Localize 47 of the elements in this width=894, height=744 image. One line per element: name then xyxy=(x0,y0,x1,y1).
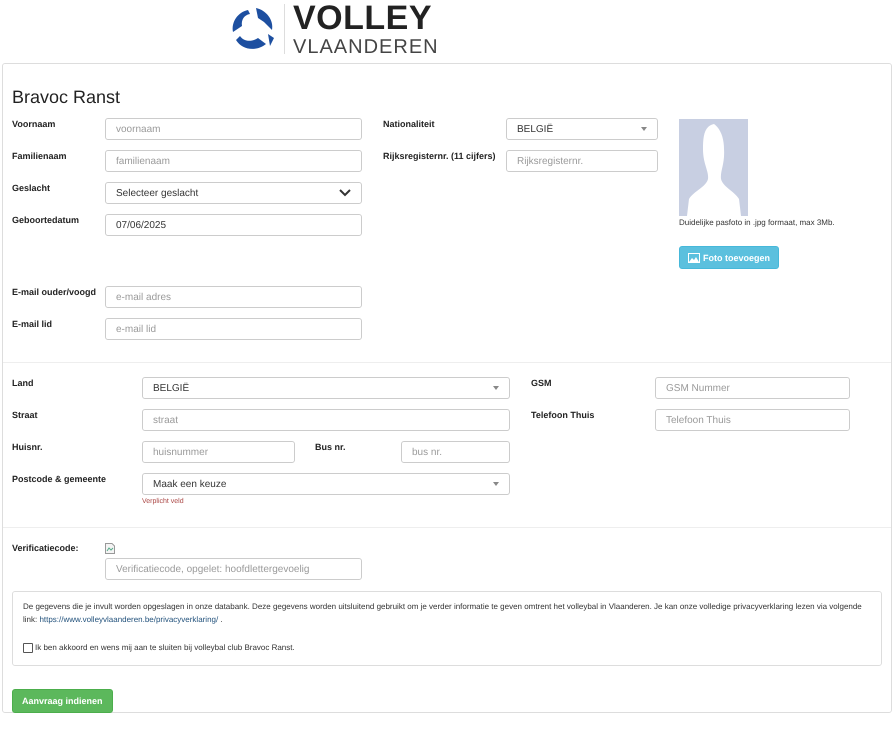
input-field[interactable]: 07/06/2025 xyxy=(105,214,362,236)
input-field[interactable]: bus nr. xyxy=(401,441,510,463)
image-icon xyxy=(688,252,700,262)
caret-icon xyxy=(493,386,499,390)
field-label: E-mail lid xyxy=(12,318,54,331)
input-field[interactable]: familienaam xyxy=(105,150,362,172)
profile-silhouette-icon xyxy=(679,119,748,216)
input-field[interactable]: GSM Nummer xyxy=(655,377,850,399)
input-field[interactable]: straat xyxy=(142,409,510,431)
field-label: Nationaliteit xyxy=(383,118,436,131)
field-label: Telefoon Thuis xyxy=(531,409,596,422)
field-label: Familienaam xyxy=(12,150,68,163)
input-field[interactable]: voornaam xyxy=(105,118,362,140)
input-field[interactable]: huisnummer xyxy=(142,441,295,463)
input-field[interactable]: e-mail adres xyxy=(105,286,362,308)
chevron-down-icon xyxy=(339,189,351,197)
field-label: Bus nr. xyxy=(315,441,347,454)
field-label: E-mail ouder/voogd xyxy=(12,286,98,299)
gender-select[interactable]: Selecteer geslacht xyxy=(105,182,362,204)
field-label: Verificatiecode: xyxy=(12,542,80,555)
input-field[interactable]: Telefoon Thuis xyxy=(655,409,850,431)
dropdown[interactable]: Maak een keuze xyxy=(142,473,510,495)
logo-subtitle: VLAANDEREN xyxy=(293,37,439,57)
input-field[interactable]: Rijksregisternr. xyxy=(506,150,658,172)
photo-caption: Duidelijke pasfoto in .jpg formaat, max 3Mb. xyxy=(679,218,835,227)
field-label: GSM xyxy=(531,377,553,390)
broken-image-icon xyxy=(105,543,115,554)
field-label: Land xyxy=(12,377,34,390)
privacy-link[interactable]: https://www.volleyvlaanderen.be/privacyverklaring/ xyxy=(39,614,218,624)
input-field[interactable]: Verificatiecode, opgelet: hoofdlettergevoelig xyxy=(105,558,362,580)
dropdown[interactable]: BELGIË xyxy=(506,118,658,140)
field-label: Postcode & gemeente xyxy=(12,473,108,486)
agreement-checkbox[interactable] xyxy=(23,642,33,653)
dropdown[interactable]: BELGIË xyxy=(142,377,510,399)
input-field[interactable]: e-mail lid xyxy=(105,318,362,340)
field-label: Geslacht xyxy=(12,182,52,195)
agreement-label: Ik ben akkoord en wens mij aan te sluiten bij volleybal club Bravoc Ranst. xyxy=(35,643,295,652)
field-label: Straat xyxy=(12,409,39,422)
caret-icon xyxy=(641,127,647,131)
club-title: Bravoc Ranst xyxy=(12,87,122,108)
privacy-text: De gegevens die je invult worden opgeslagen in onze databank. Deze gegevens worden uitsluitend gebruikt om je verder informatie te geven omtrent het volleybal in Vlaanderen. Je kan onze volledige privacyverklaring lezen via volgende link: https://www.volleyvlaanderen.be/privacyverklaring/ . xyxy=(23,601,863,626)
field-label: Geboortedatum xyxy=(12,214,80,227)
logo-wordmark: VOLLEY xyxy=(293,1,434,35)
field-label: Huisnr. xyxy=(12,441,44,454)
field-label: Rijksregisternr. (11 cijfers) xyxy=(383,150,497,163)
caret-icon xyxy=(493,482,499,486)
field-label: Voornaam xyxy=(12,118,56,131)
